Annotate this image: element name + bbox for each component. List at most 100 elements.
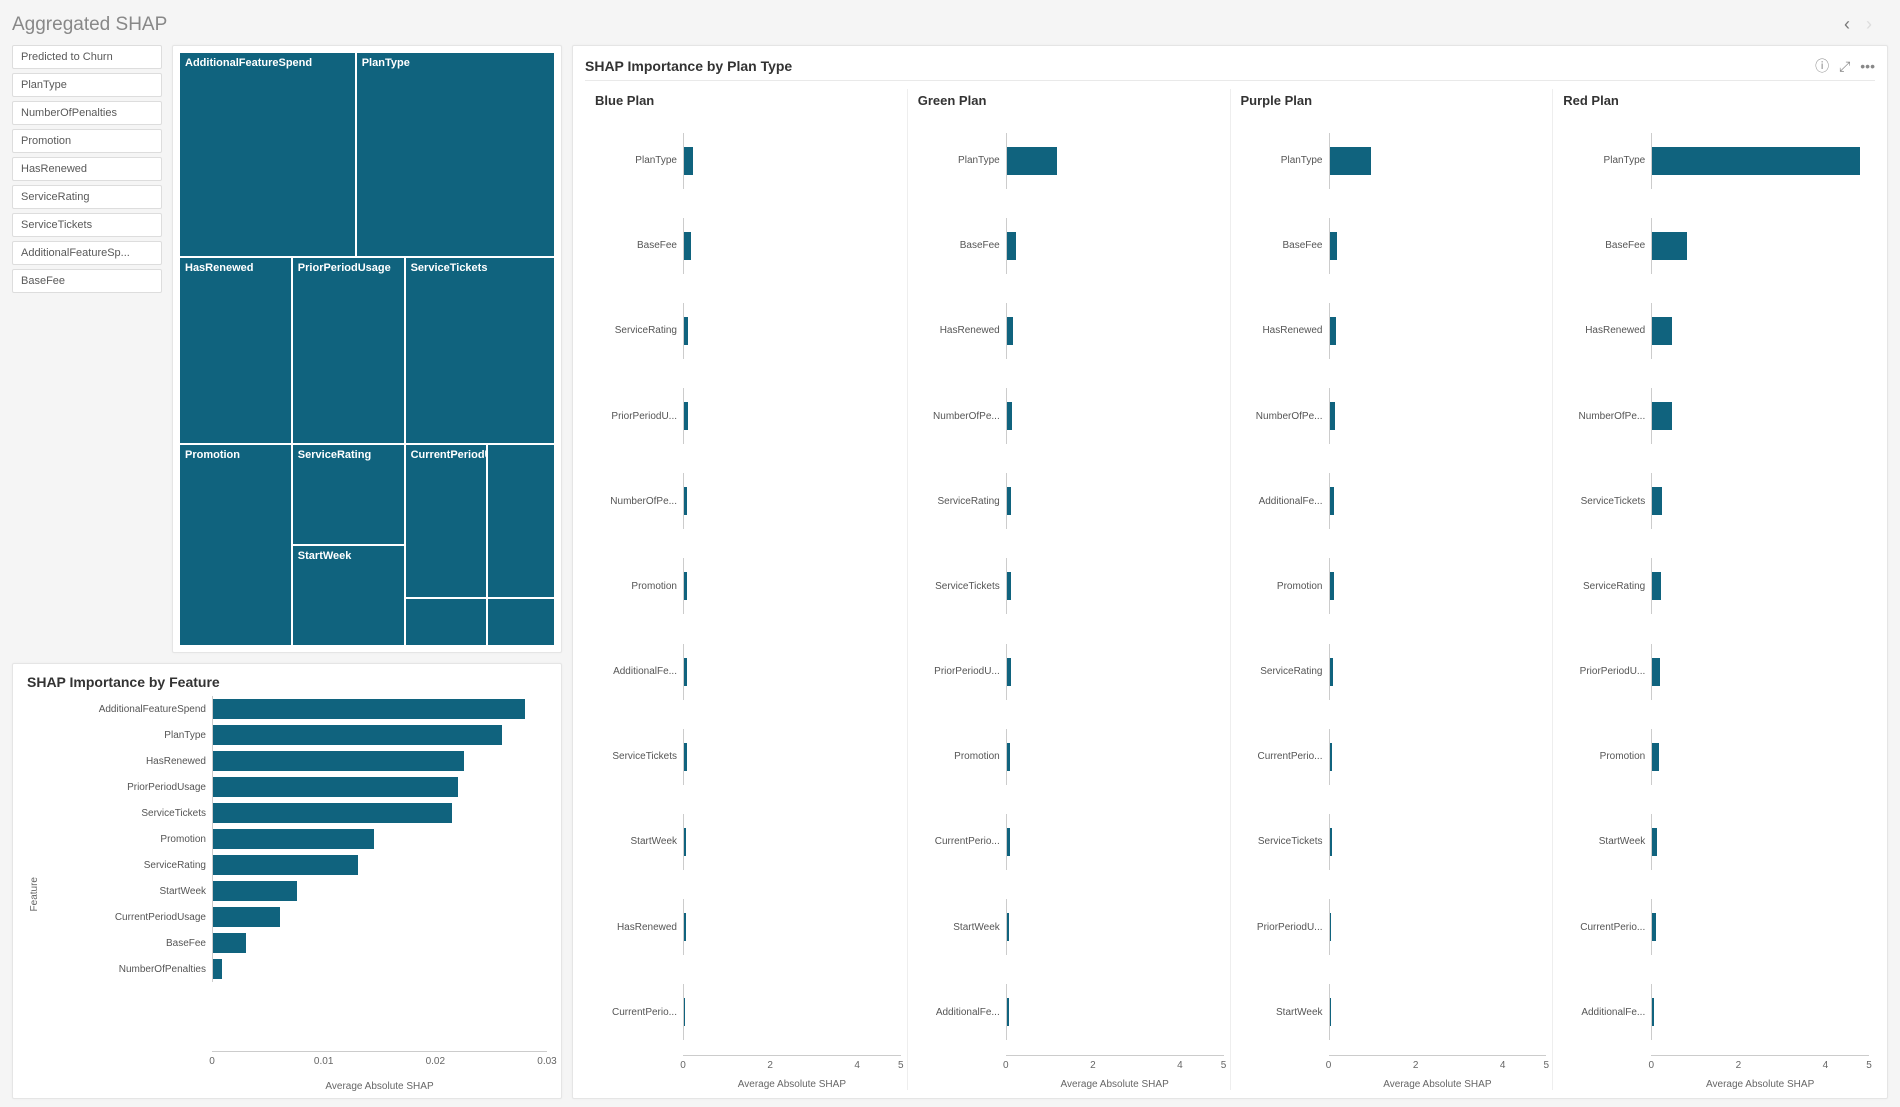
facet-bar[interactable] — [1007, 998, 1009, 1026]
facet-bar[interactable] — [1652, 998, 1654, 1026]
facet-bar[interactable] — [1330, 147, 1371, 175]
filter-pill[interactable]: PlanType — [12, 73, 162, 97]
facet-bar[interactable] — [684, 913, 686, 941]
filter-pill[interactable]: Promotion — [12, 129, 162, 153]
facet-bar[interactable] — [1330, 998, 1332, 1026]
feature-label: CurrentPeriodUsage — [42, 912, 212, 923]
treemap-cell[interactable]: AdditionalFeatureSpend — [179, 52, 356, 257]
filter-pill[interactable]: NumberOfPenalties — [12, 101, 162, 125]
feature-bar[interactable] — [213, 777, 458, 797]
facet-bar-label: BaseFee — [914, 240, 1006, 251]
treemap-cell[interactable]: PriorPeriodUsage — [292, 257, 405, 444]
facet-bar[interactable] — [684, 147, 693, 175]
treemap-cell[interactable]: StartWeek — [292, 545, 405, 646]
facet-bar[interactable] — [1007, 317, 1014, 345]
facet-bar[interactable] — [1652, 487, 1662, 515]
facet-bar[interactable] — [1652, 402, 1672, 430]
facet-bar-track — [683, 729, 901, 785]
facet-bar-label: Promotion — [591, 581, 683, 592]
facet-bar[interactable] — [1330, 317, 1336, 345]
facet-bar[interactable] — [1007, 402, 1012, 430]
treemap-cell[interactable]: Promotion — [179, 444, 292, 646]
filter-pill[interactable]: ServiceRating — [12, 185, 162, 209]
facet-bar[interactable] — [684, 232, 691, 260]
expand-icon[interactable]: ⤢ — [1839, 58, 1850, 75]
facet-bar[interactable] — [1652, 572, 1661, 600]
facet-bar[interactable] — [684, 828, 686, 856]
facet-bar[interactable] — [1330, 572, 1334, 600]
facet-bar[interactable] — [684, 998, 685, 1026]
left-column: Predicted to Churn PlanType NumberOfPenalt… — [12, 45, 562, 1099]
feature-importance-panel: SHAP Importance by Feature Feature Addit… — [12, 663, 562, 1099]
facet-bar[interactable] — [1007, 658, 1011, 686]
more-icon[interactable]: ••• — [1860, 58, 1875, 74]
facet-bar[interactable] — [684, 572, 687, 600]
filter-pill[interactable]: AdditionalFeatureSp... — [12, 241, 162, 265]
facet-bar[interactable] — [1007, 487, 1011, 515]
facet-bar-row: HasRenewed — [591, 899, 901, 955]
facet-xlabel: Average Absolute SHAP — [1006, 1079, 1224, 1090]
facet-bar[interactable] — [1652, 743, 1659, 771]
facet-bar[interactable] — [684, 317, 688, 345]
facet-bar[interactable] — [1330, 658, 1333, 686]
feature-bar[interactable] — [213, 907, 280, 927]
plan-type-title: SHAP Importance by Plan Type — [585, 58, 792, 74]
facet-bar[interactable] — [684, 658, 687, 686]
treemap-cell[interactable] — [487, 444, 555, 598]
axis-tick: 0.01 — [314, 1052, 333, 1067]
facet-bar[interactable] — [1330, 743, 1333, 771]
facet-bar[interactable] — [684, 743, 687, 771]
treemap-cell[interactable]: HasRenewed — [179, 257, 292, 444]
facet-bar[interactable] — [1652, 828, 1656, 856]
facet-bar[interactable] — [684, 402, 688, 430]
feature-bar[interactable] — [213, 855, 358, 875]
facet-bar[interactable] — [1330, 913, 1332, 941]
facet-bar-row: AdditionalFe... — [1559, 984, 1869, 1040]
treemap-cell[interactable] — [487, 598, 555, 646]
facet-chart: PlanTypeBaseFeeHasRenewedNumberOfPe...Se… — [1559, 118, 1869, 1090]
feature-bar[interactable] — [213, 933, 246, 953]
facet-bar[interactable] — [684, 487, 687, 515]
treemap-cell[interactable]: CurrentPeriodUsage — [405, 444, 488, 598]
facet-bar[interactable] — [1652, 147, 1860, 175]
filter-pill[interactable]: Predicted to Churn — [12, 45, 162, 69]
facet-bar[interactable] — [1652, 913, 1655, 941]
filter-pill[interactable]: BaseFee — [12, 269, 162, 293]
info-icon[interactable]: ⓘ — [1815, 56, 1829, 76]
feature-bar[interactable] — [213, 699, 525, 719]
facet-bar[interactable] — [1652, 232, 1687, 260]
facet-bar[interactable] — [1007, 147, 1057, 175]
filter-pill[interactable]: ServiceTickets — [12, 213, 162, 237]
feature-bar[interactable] — [213, 829, 374, 849]
feature-bar[interactable] — [213, 803, 452, 823]
facet-bar[interactable] — [1007, 828, 1010, 856]
facet-bar[interactable] — [1330, 487, 1334, 515]
plan-type-panel: SHAP Importance by Plan Type ⓘ ⤢ ••• Blu… — [572, 45, 1888, 1099]
nav-prev-icon[interactable]: ‹ — [1840, 12, 1854, 37]
facet-bar[interactable] — [1007, 572, 1011, 600]
facet-xlabel: Average Absolute SHAP — [683, 1079, 901, 1090]
treemap[interactable]: AdditionalFeatureSpendPlanType HasRenewed… — [179, 52, 555, 646]
facet-bar-row: AdditionalFe... — [914, 984, 1224, 1040]
facet-bar[interactable] — [1007, 743, 1010, 771]
filter-pill[interactable]: HasRenewed — [12, 157, 162, 181]
treemap-cell[interactable]: ServiceTickets — [405, 257, 555, 444]
feature-bar[interactable] — [213, 881, 297, 901]
facet-bar[interactable] — [1330, 402, 1336, 430]
facet-bar[interactable] — [1330, 232, 1338, 260]
treemap-cell[interactable] — [405, 598, 488, 646]
treemap-cell[interactable]: ServiceRating — [292, 444, 405, 545]
facet-bar[interactable] — [1007, 913, 1010, 941]
axis-tick: 0 — [680, 1056, 686, 1071]
facet-bar[interactable] — [1330, 828, 1332, 856]
treemap-cell[interactable]: PlanType — [356, 52, 555, 257]
feature-bar[interactable] — [213, 725, 502, 745]
facet-bar-label: ServiceTickets — [914, 581, 1006, 592]
facet-bar[interactable] — [1007, 232, 1017, 260]
feature-bar[interactable] — [213, 751, 464, 771]
facet-bar[interactable] — [1652, 317, 1672, 345]
facet-bar-label: PriorPeriodU... — [1237, 922, 1329, 933]
feature-bar[interactable] — [213, 959, 222, 979]
facet-bar[interactable] — [1652, 658, 1660, 686]
facet-bar-track — [1329, 899, 1547, 955]
